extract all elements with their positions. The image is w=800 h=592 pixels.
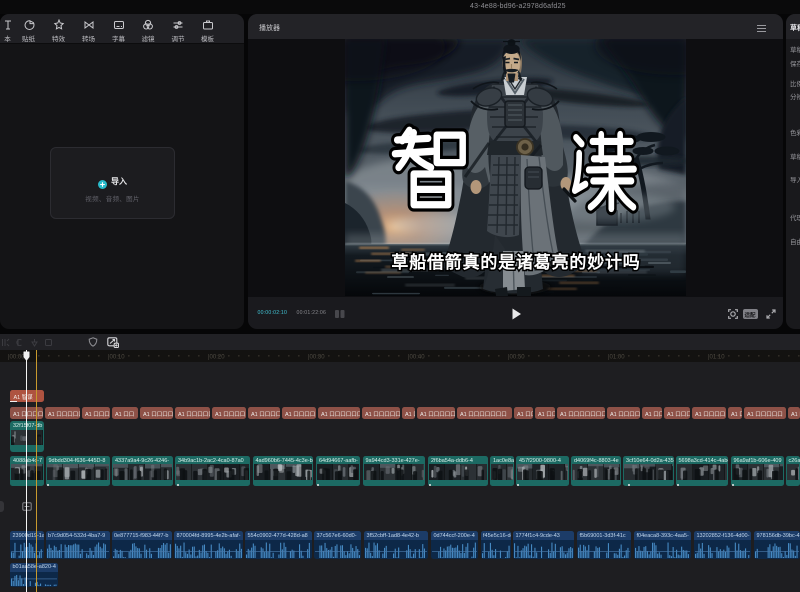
svg-text:|01:10: |01:10 xyxy=(708,355,725,361)
svg-text:|00:40: |00:40 xyxy=(408,355,425,361)
svg-text:|00:50: |00:50 xyxy=(508,355,525,361)
svg-text:|01:00: |01:00 xyxy=(608,355,625,361)
svg-text:|00:30: |00:30 xyxy=(308,355,325,361)
svg-text:|00:20: |00:20 xyxy=(208,355,225,361)
svg-text:草船借箭真的是诸葛亮的妙计吗: 草船借箭真的是诸葛亮的妙计吗 xyxy=(391,252,640,272)
svg-text:|00:10: |00:10 xyxy=(108,355,125,361)
